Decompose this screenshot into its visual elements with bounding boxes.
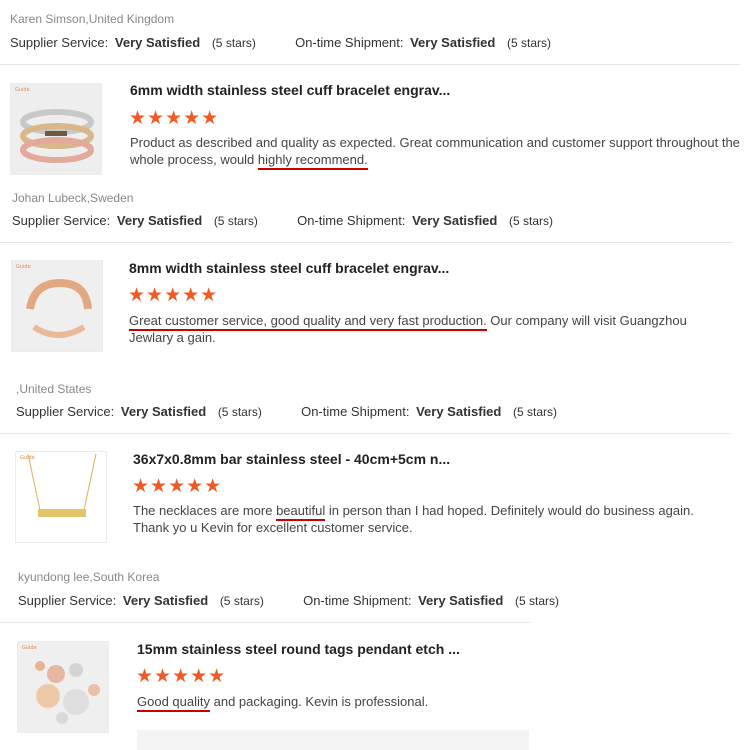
product-thumbnail[interactable]: Guide xyxy=(15,451,107,543)
shipment-label: On-time Shipment: xyxy=(301,404,410,419)
product-thumbnail[interactable]: Guide xyxy=(17,641,109,733)
shipment-value: Very Satisfied xyxy=(418,593,504,608)
shipment-label: On-time Shipment: xyxy=(297,213,406,228)
star-rating: ★★★★★ xyxy=(128,285,219,306)
shipment-value: Very Satisfied xyxy=(416,404,502,419)
supplier-stars-text: (5 stars) xyxy=(219,594,264,608)
star-rating: ★★★★★ xyxy=(132,476,223,497)
comment-text-after: and packaging. Kevin is professional. xyxy=(210,694,429,709)
thumb-watermark: Guide xyxy=(16,264,31,270)
shipment-stars-text: (5 stars) xyxy=(512,405,557,419)
rating-row: Supplier Service: Very Satisfied (5 star… xyxy=(10,35,551,50)
shipment-stars-text: (5 stars) xyxy=(508,214,553,228)
supplier-stars-text: (5 stars) xyxy=(213,214,258,228)
supplier-stars-text: (5 stars) xyxy=(217,405,262,419)
comment-highlight: highly recommend. xyxy=(257,152,368,170)
comment-highlight: beautiful xyxy=(276,503,326,521)
cropped-panel xyxy=(137,730,529,750)
supplier-service-label: Supplier Service: xyxy=(12,213,111,228)
product-title[interactable]: 15mm stainless steel round tags pendant … xyxy=(137,641,460,657)
shipment-label: On-time Shipment: xyxy=(295,35,404,50)
supplier-service-label: Supplier Service: xyxy=(18,593,117,608)
cuff-bracelets-image xyxy=(11,84,101,174)
star-rating: ★★★★★ xyxy=(129,108,220,129)
review-comment: Good quality and packaging. Kevin is pro… xyxy=(137,693,727,712)
review-divider xyxy=(0,64,740,65)
comment-highlight: Great customer service, good quality and… xyxy=(129,313,487,331)
product-title[interactable]: 8mm width stainless steel cuff bracelet … xyxy=(129,260,449,276)
supplier-service-value: Very Satisfied xyxy=(122,593,209,608)
comment-text: Product as described and quality as expe… xyxy=(130,135,740,167)
rating-row: Supplier Service: Very Satisfied (5 star… xyxy=(16,404,557,419)
rating-row: Supplier Service: Very Satisfied (5 star… xyxy=(18,593,559,608)
reviewer-name: Johan Lubeck,Sweden xyxy=(12,191,134,205)
bar-necklace-image xyxy=(16,452,106,542)
review-divider xyxy=(0,433,730,434)
comment-text: The necklaces are more xyxy=(133,503,277,518)
review-divider xyxy=(0,622,530,623)
thumb-watermark: Guide xyxy=(20,455,35,461)
product-title[interactable]: 36x7x0.8mm bar stainless steel - 40cm+5c… xyxy=(133,451,450,467)
review-comment: Product as described and quality as expe… xyxy=(130,134,740,170)
supplier-service-value: Very Satisfied xyxy=(116,213,203,228)
supplier-service-label: Supplier Service: xyxy=(16,404,115,419)
comment-highlight: Good quality xyxy=(137,694,210,712)
round-tags-image xyxy=(18,642,108,732)
review-comment: Great customer service, good quality and… xyxy=(129,312,729,346)
rose-gold-cuff-image xyxy=(12,261,102,351)
product-thumbnail[interactable]: Guide xyxy=(10,83,102,175)
supplier-service-value: Very Satisfied xyxy=(120,404,207,419)
reviewer-name: Karen Simson,United Kingdom xyxy=(10,12,175,26)
shipment-stars-text: (5 stars) xyxy=(514,594,559,608)
review-comment: The necklaces are more beautiful in pers… xyxy=(133,502,728,536)
shipment-value: Very Satisfied xyxy=(410,35,496,50)
supplier-service-label: Supplier Service: xyxy=(10,35,109,50)
product-title[interactable]: 6mm width stainless steel cuff bracelet … xyxy=(130,82,450,98)
product-thumbnail[interactable]: Guide xyxy=(11,260,103,352)
shipment-stars-text: (5 stars) xyxy=(506,36,551,50)
reviewer-name: ,United States xyxy=(16,382,92,396)
shipment-label: On-time Shipment: xyxy=(303,593,412,608)
rating-row: Supplier Service: Very Satisfied (5 star… xyxy=(12,213,553,228)
star-rating: ★★★★★ xyxy=(136,666,227,687)
thumb-watermark: Guide xyxy=(22,645,37,651)
reviewer-name: kyundong lee,South Korea xyxy=(18,570,160,584)
review-divider xyxy=(0,242,732,243)
supplier-stars-text: (5 stars) xyxy=(211,36,256,50)
thumb-watermark: Guide xyxy=(15,87,30,93)
supplier-service-value: Very Satisfied xyxy=(114,35,201,50)
shipment-value: Very Satisfied xyxy=(412,213,498,228)
